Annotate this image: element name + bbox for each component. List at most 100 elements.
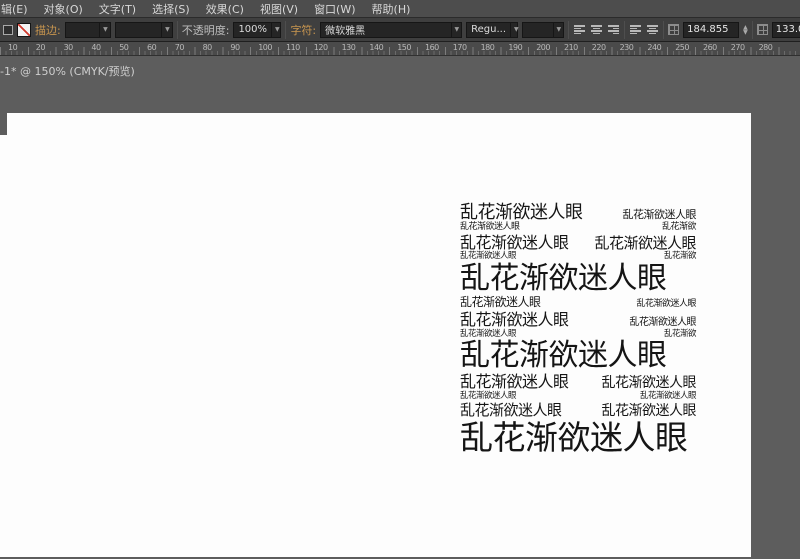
y-position-field[interactable]: 133.034 (772, 22, 800, 38)
fill-none-swatch-icon[interactable] (17, 23, 31, 37)
ruler-number: 90 (230, 43, 239, 52)
menu-item[interactable]: 文字(T) (91, 1, 144, 17)
align-center-icon[interactable] (590, 24, 603, 35)
align-left-icon[interactable] (573, 24, 586, 35)
ruler-number: 280 (759, 43, 773, 52)
opacity-label: 不透明度: (182, 22, 230, 38)
reference-point-icon[interactable] (757, 24, 768, 35)
ruler-number: 50 (119, 43, 128, 52)
chevron-down-icon: ▼ (99, 23, 108, 37)
ruler-number: 260 (703, 43, 717, 52)
text-row: 乱花渐欲迷人眼 乱花渐欲迷人眼 (460, 203, 696, 222)
separator (568, 21, 569, 39)
text-composition[interactable]: 乱花渐欲迷人眼乱花渐欲迷人眼乱花渐欲迷人眼乱花渐欲乱花渐欲迷人眼乱花渐欲迷人眼乱… (460, 203, 696, 457)
artboard-text-line[interactable]: 乱花渐欲迷人眼 (640, 392, 696, 401)
menu-bar: 辑(E)对象(O)文字(T)选择(S)效果(C)视图(V)窗口(W)帮助(H) (0, 0, 800, 18)
menu-item[interactable]: 帮助(H) (364, 1, 419, 17)
ruler-number: 30 (64, 43, 73, 52)
opacity-select[interactable]: 100%▼ (233, 22, 281, 38)
ruler-number: 140 (369, 43, 383, 52)
ruler-number: 270 (731, 43, 745, 52)
object-indicator-icon (3, 25, 13, 35)
ruler-number: 150 (397, 43, 411, 52)
document-tab[interactable]: -1* @ 150% (CMYK/预览) (0, 63, 135, 79)
artboard-text-line[interactable]: 乱花渐欲迷人眼 (460, 234, 569, 251)
chevron-down-icon: ▼ (161, 23, 170, 37)
artboard-text-line[interactable]: 乱花渐欲迷人眼 (460, 402, 562, 418)
horizontal-ruler: 1020304050607080901001101201301401501601… (0, 42, 800, 56)
ruler-number: 10 (8, 43, 17, 52)
text-row: 乱花渐欲迷人眼 乱花渐欲迷人眼 (460, 373, 696, 391)
ruler-number: 230 (620, 43, 634, 52)
artboard-text-line[interactable]: 乱花渐欲迷人眼 (623, 209, 697, 221)
menu-item[interactable]: 选择(S) (144, 1, 198, 17)
artboard-text-line[interactable]: 乱花渐欲迷人眼 (460, 311, 569, 328)
menu-item[interactable]: 效果(C) (198, 1, 252, 17)
artboard-text-line[interactable]: 乱花渐欲迷人眼 (460, 263, 667, 295)
ruler-number: 110 (286, 43, 300, 52)
chevron-down-icon: ▼ (510, 23, 519, 37)
artboard-text-line[interactable]: 乱花渐欲迷人眼 (602, 376, 697, 391)
separator (663, 21, 664, 39)
artboard-text-line[interactable]: 乱花渐欲迷人眼 (460, 392, 516, 401)
artboard-text-line[interactable]: 乱花渐欲迷人眼 (460, 296, 541, 309)
ruler-number: 120 (314, 43, 328, 52)
artboard-text-line[interactable]: 乱花渐欲迷人眼 (460, 203, 583, 222)
ruler-number: 250 (675, 43, 689, 52)
artboard-text-line[interactable]: 乱花渐欲迷人眼 (460, 223, 520, 233)
align-right-icon[interactable] (607, 24, 620, 35)
menu-item[interactable]: 窗口(W) (306, 1, 363, 17)
text-row: 乱花渐欲迷人眼 (460, 420, 696, 456)
separator (177, 21, 178, 39)
artboard-text-line[interactable]: 乱花渐欲迷人眼 (602, 404, 697, 419)
artboard[interactable]: 乱花渐欲迷人眼乱花渐欲迷人眼乱花渐欲迷人眼乱花渐欲乱花渐欲迷人眼乱花渐欲迷人眼乱… (0, 113, 751, 557)
ruler-number: 220 (592, 43, 606, 52)
ruler-number: 170 (453, 43, 467, 52)
brush-select[interactable]: ▼ (115, 22, 173, 38)
menu-item[interactable]: 辑(E) (0, 1, 36, 17)
font-family-select[interactable]: 微软雅黑▼ (320, 22, 462, 38)
separator (752, 21, 753, 39)
artboard-text-line[interactable]: 乱花渐欲 (664, 252, 696, 261)
text-row: 乱花渐欲迷人眼 乱花渐欲迷人眼 (460, 392, 696, 401)
font-style-select[interactable]: Regu...▼ (466, 22, 518, 38)
x-position-field[interactable]: 184.855 (683, 22, 739, 38)
text-row: 乱花渐欲迷人眼 (460, 263, 696, 295)
artboard-text-line[interactable]: 乱花渐欲迷人眼 (630, 318, 697, 329)
separator (285, 21, 286, 39)
ruler-number: 20 (36, 43, 45, 52)
stroke-weight-select[interactable]: ▼ (65, 22, 111, 38)
ruler-number: 190 (508, 43, 522, 52)
character-label[interactable]: 字符: (290, 22, 316, 38)
paragraph-options-icon[interactable] (629, 24, 642, 35)
artboard-text-line[interactable]: 乱花渐欲迷人眼 (460, 340, 667, 372)
canvas-area: -1* @ 150% (CMYK/预览) 乱花渐欲迷人眼乱花渐欲迷人眼乱花渐欲迷… (0, 56, 800, 557)
stroke-label[interactable]: 描边: (35, 22, 61, 38)
text-options-icon[interactable] (646, 24, 659, 35)
menu-item[interactable]: 对象(O) (36, 1, 91, 17)
text-row: 乱花渐欲迷人眼 乱花渐欲迷人眼 (460, 296, 696, 310)
ruler-number: 60 (147, 43, 156, 52)
control-bar: 描边: ▼ ▼ 不透明度: 100%▼ 字符: 微软雅黑▼ Regu...▼ ▼… (0, 18, 800, 42)
chevron-down-icon: ▼ (451, 23, 460, 37)
artboard-text-line[interactable]: 乱花渐欲迷人眼 (460, 420, 688, 456)
font-size-select[interactable]: ▼ (522, 22, 564, 38)
x-stepper[interactable]: ▲▼ (743, 25, 748, 35)
canvas-corner-notch (0, 113, 7, 135)
ruler-number: 200 (536, 43, 550, 52)
artboard-text-line[interactable]: 乱花渐欲 (662, 223, 696, 233)
chevron-down-icon: ▼ (553, 23, 562, 37)
ruler-number: 180 (481, 43, 495, 52)
menu-item[interactable]: 视图(V) (252, 1, 306, 17)
text-row: 乱花渐欲迷人眼 乱花渐欲 (460, 223, 696, 233)
text-row: 乱花渐欲迷人眼 乱花渐欲迷人眼 (460, 402, 696, 419)
artboard-text-line[interactable]: 乱花渐欲迷人眼 (636, 300, 696, 310)
separator (624, 21, 625, 39)
artboard-text-line[interactable]: 乱花渐欲 (664, 330, 696, 339)
reference-point-icon[interactable] (668, 24, 679, 35)
ruler-number: 160 (425, 43, 439, 52)
ruler-number: 210 (564, 43, 578, 52)
ruler-number: 40 (91, 43, 100, 52)
artboard-text-line[interactable]: 乱花渐欲迷人眼 (594, 235, 696, 251)
artboard-text-line[interactable]: 乱花渐欲迷人眼 (460, 373, 569, 390)
